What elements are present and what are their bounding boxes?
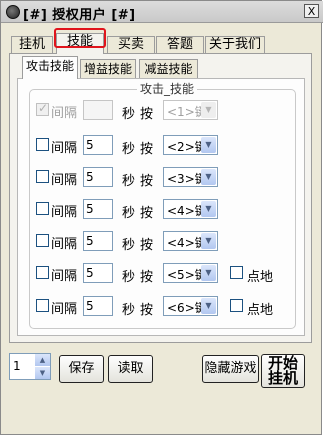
profile-spinner[interactable]: 1 ▲ ▼ bbox=[9, 353, 51, 380]
key-select[interactable]: <4>键 ▼ bbox=[163, 231, 218, 251]
load-button[interactable]: 读取 bbox=[108, 355, 153, 383]
chevron-down-icon[interactable]: ▼ bbox=[201, 233, 216, 249]
press-label: 按 bbox=[140, 238, 154, 253]
skill-row-1: ✓ 间隔 秒 按 <1>键 ▼ bbox=[0, 100, 324, 122]
interval-label: 间隔 bbox=[51, 106, 78, 121]
ground-label: 点地 bbox=[247, 270, 274, 285]
skill-row-2: 间隔 5 秒 按 <2>键 ▼ bbox=[0, 135, 324, 157]
app-orb-icon bbox=[6, 5, 20, 19]
press-label: 按 bbox=[140, 107, 154, 122]
seconds-input[interactable]: 5 bbox=[83, 263, 113, 283]
tab-quiz[interactable]: 答题 bbox=[156, 36, 204, 53]
save-button[interactable]: 保存 bbox=[59, 355, 104, 383]
press-label: 按 bbox=[140, 206, 154, 221]
close-button[interactable]: X bbox=[304, 4, 319, 18]
interval-label: 间隔 bbox=[51, 302, 78, 317]
chevron-down-icon[interactable]: ▼ bbox=[201, 201, 216, 217]
skill-checkbox[interactable] bbox=[36, 266, 49, 279]
ground-checkbox[interactable] bbox=[230, 299, 243, 312]
ground-label: 点地 bbox=[247, 303, 274, 318]
window-title: [#] 授权用户 [#] bbox=[23, 8, 136, 23]
chevron-down-icon[interactable]: ▼ bbox=[201, 102, 216, 118]
seconds-label: 秒 bbox=[122, 206, 136, 221]
seconds-label: 秒 bbox=[122, 107, 136, 122]
chevron-down-icon[interactable]: ▼ bbox=[201, 265, 216, 281]
seconds-label: 秒 bbox=[122, 142, 136, 157]
seconds-input[interactable] bbox=[83, 100, 113, 120]
interval-label: 间隔 bbox=[51, 141, 78, 156]
skill-checkbox[interactable] bbox=[36, 138, 49, 151]
seconds-label: 秒 bbox=[122, 303, 136, 318]
skill-checkbox[interactable]: ✓ bbox=[36, 101, 49, 116]
skill-checkbox[interactable] bbox=[36, 170, 49, 183]
key-select[interactable]: <6>键 ▼ bbox=[163, 296, 218, 316]
key-select[interactable]: <4>键 ▼ bbox=[163, 199, 218, 219]
seconds-input[interactable]: 5 bbox=[83, 167, 113, 187]
seconds-input[interactable]: 5 bbox=[83, 135, 113, 155]
seconds-label: 秒 bbox=[122, 174, 136, 189]
spin-up-icon[interactable]: ▲ bbox=[35, 354, 50, 366]
skill-row-5: 间隔 5 秒 按 <4>键 ▼ bbox=[0, 231, 324, 253]
press-label: 按 bbox=[140, 270, 154, 285]
press-label: 按 bbox=[140, 303, 154, 318]
interval-label: 间隔 bbox=[51, 173, 78, 188]
tab-hang[interactable]: 挂机 bbox=[11, 36, 53, 53]
tab-about[interactable]: 关于我们 bbox=[205, 36, 265, 53]
subtab-attack-skills[interactable]: 攻击技能 bbox=[22, 56, 78, 79]
skill-row-4: 间隔 5 秒 按 <4>键 ▼ bbox=[0, 199, 324, 221]
press-label: 按 bbox=[140, 142, 154, 157]
key-select[interactable]: <1>键 ▼ bbox=[163, 100, 218, 120]
chevron-down-icon[interactable]: ▼ bbox=[201, 298, 216, 314]
ground-checkbox[interactable] bbox=[230, 266, 243, 279]
skill-row-6: 间隔 5 秒 按 <5>键 ▼ 点地 bbox=[0, 263, 324, 285]
tab-highlight-annotation bbox=[54, 28, 106, 48]
start-hang-button[interactable]: 开始 挂机 bbox=[261, 354, 305, 388]
spin-down-icon[interactable]: ▼ bbox=[35, 367, 50, 379]
chevron-down-icon[interactable]: ▼ bbox=[201, 169, 216, 185]
check-icon: ✓ bbox=[38, 101, 49, 115]
skill-row-3: 间隔 5 秒 按 <3>键 ▼ bbox=[0, 167, 324, 189]
key-select[interactable]: <3>键 ▼ bbox=[163, 167, 218, 187]
tab-trade[interactable]: 买卖 bbox=[107, 36, 155, 53]
hide-game-button[interactable]: 隐藏游戏 bbox=[202, 355, 259, 383]
seconds-input[interactable]: 5 bbox=[83, 296, 113, 316]
seconds-label: 秒 bbox=[122, 238, 136, 253]
interval-label: 间隔 bbox=[51, 205, 78, 220]
interval-label: 间隔 bbox=[51, 237, 78, 252]
chevron-down-icon[interactable]: ▼ bbox=[201, 137, 216, 153]
skill-checkbox[interactable] bbox=[36, 234, 49, 247]
key-select[interactable]: <5>键 ▼ bbox=[163, 263, 218, 283]
subtab-buff-skills[interactable]: 增益技能 bbox=[80, 59, 136, 78]
group-label: 攻击_技能 bbox=[137, 80, 198, 97]
seconds-input[interactable]: 5 bbox=[83, 231, 113, 251]
key-select[interactable]: <2>键 ▼ bbox=[163, 135, 218, 155]
skill-checkbox[interactable] bbox=[36, 299, 49, 312]
seconds-label: 秒 bbox=[122, 270, 136, 285]
skill-row-7: 间隔 5 秒 按 <6>键 ▼ 点地 bbox=[0, 296, 324, 318]
skill-checkbox[interactable] bbox=[36, 202, 49, 215]
spinner-value: 1 bbox=[13, 359, 21, 373]
title-bar[interactable]: [#] 授权用户 [#] X bbox=[1, 1, 323, 23]
press-label: 按 bbox=[140, 174, 154, 189]
subtab-debuff-skills[interactable]: 减益技能 bbox=[139, 59, 198, 78]
interval-label: 间隔 bbox=[51, 269, 78, 284]
start-label-line2: 挂机 bbox=[267, 369, 298, 387]
seconds-input[interactable]: 5 bbox=[83, 199, 113, 219]
